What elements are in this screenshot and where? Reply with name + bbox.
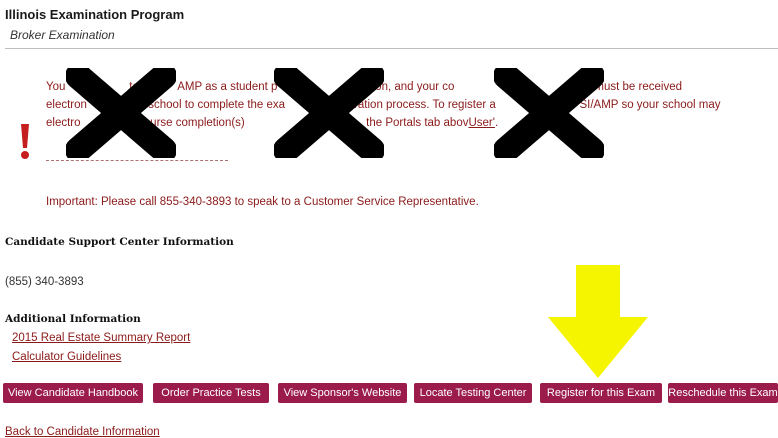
notice-dashed-divider [46, 160, 228, 161]
important-note: Important: Please call 855-340-3893 to s… [46, 196, 479, 208]
program-title: Illinois Examination Program [5, 7, 185, 22]
exclamation-icon [21, 124, 29, 159]
exam-subtitle: Broker Examination [10, 28, 115, 42]
back-to-candidate-information-link[interactable]: Back to Candidate Information [5, 426, 160, 438]
yellow-down-arrow-icon [548, 265, 648, 378]
title-divider [5, 48, 778, 49]
new-user-link[interactable]: User' [468, 117, 494, 129]
support-phone: (855) 340-3893 [5, 276, 84, 288]
summary-report-link[interactable]: 2015 Real Estate Summary Report [12, 332, 190, 344]
locate-testing-center-button[interactable]: Locate Testing Center [414, 383, 532, 403]
redaction-x-mark-3 [494, 68, 604, 158]
reschedule-exam-button[interactable]: Reschedule this Exam [668, 383, 778, 403]
redaction-x-mark-1 [66, 68, 176, 158]
order-practice-tests-button[interactable]: Order Practice Tests [153, 383, 269, 403]
additional-info-heading: Additional Information [5, 313, 141, 325]
support-heading: Candidate Support Center Information [5, 236, 234, 248]
register-for-exam-button[interactable]: Register for this Exam [540, 383, 662, 403]
redaction-x-mark-2 [274, 68, 384, 158]
calculator-guidelines-link[interactable]: Calculator Guidelines [12, 351, 121, 363]
view-sponsor-website-button[interactable]: View Sponsor's Website [278, 383, 407, 403]
view-candidate-handbook-button[interactable]: View Candidate Handbook [3, 383, 143, 403]
